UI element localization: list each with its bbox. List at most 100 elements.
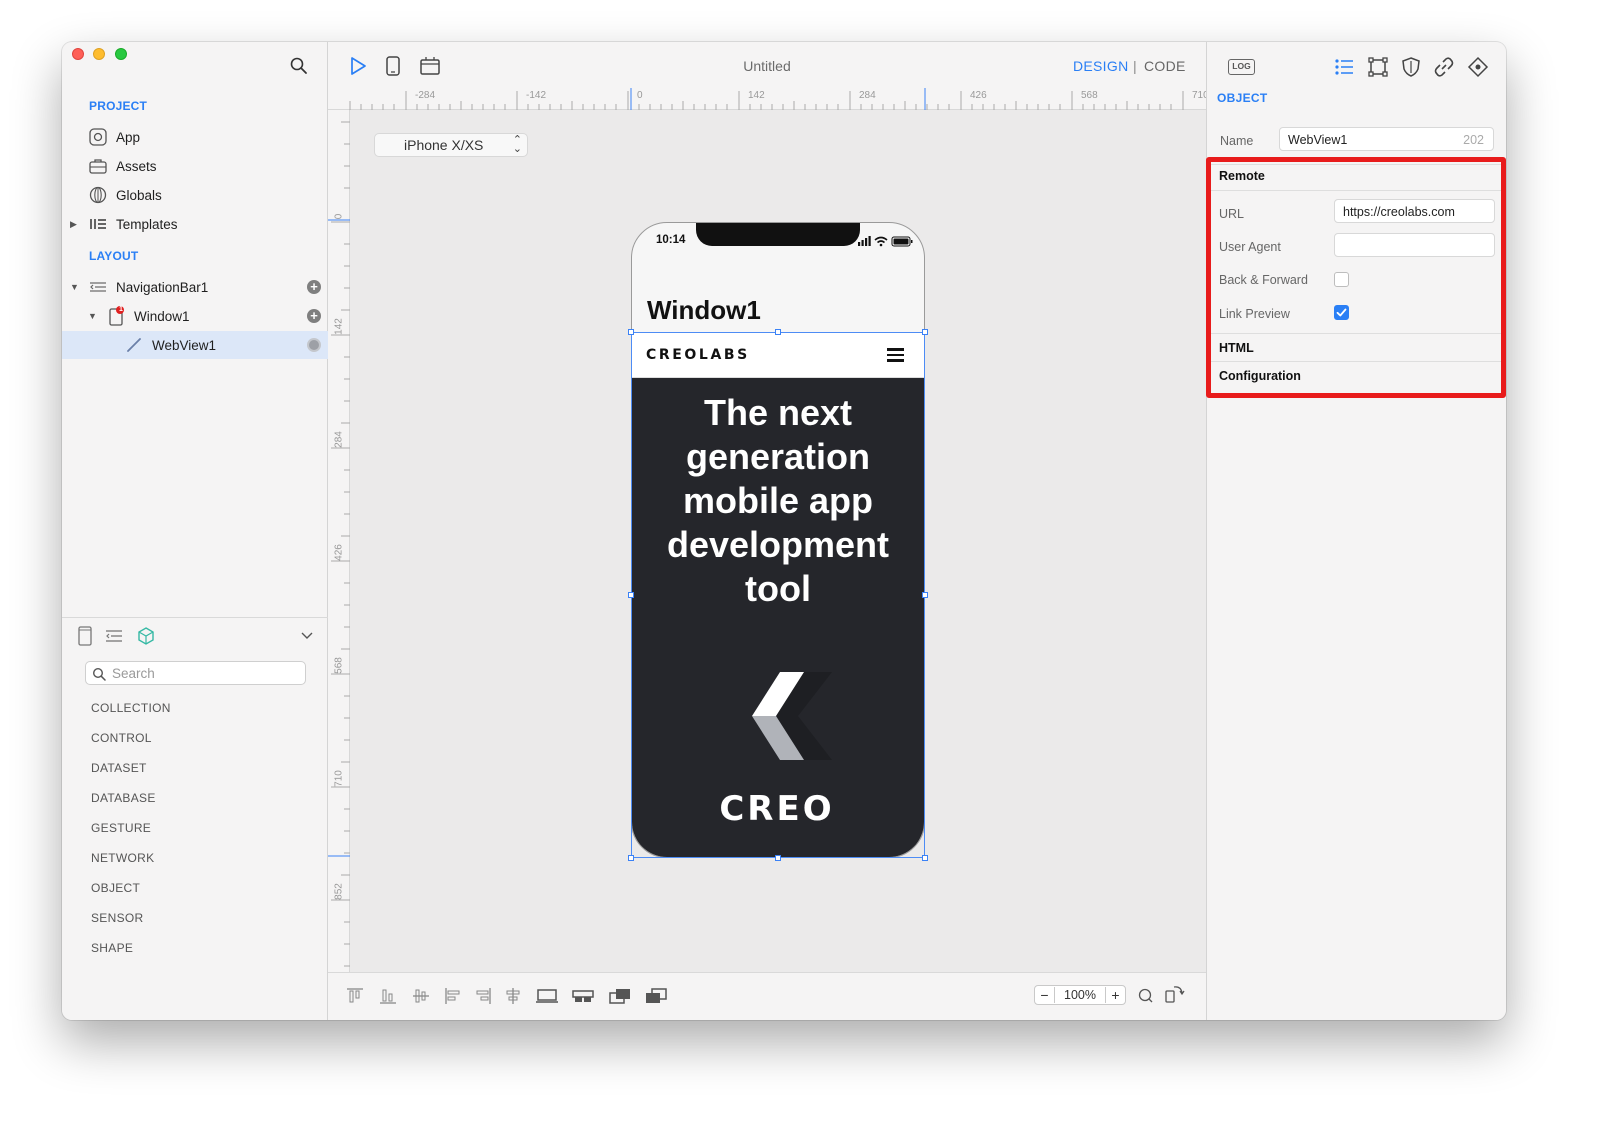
resize-handle[interactable] — [922, 329, 928, 335]
library-category-sensor[interactable]: SENSOR — [91, 911, 143, 925]
divider — [1208, 164, 1503, 165]
user-agent-field[interactable] — [1334, 233, 1495, 257]
minimize-window-button[interactable] — [93, 48, 105, 60]
back-forward-checkbox[interactable] — [1334, 272, 1349, 287]
zoom-in-button[interactable]: + — [1105, 987, 1125, 1003]
remote-section-header[interactable]: Remote — [1208, 169, 1503, 183]
layout-item-webview1[interactable]: WebView1 — [62, 331, 328, 359]
hamburger-menu-icon[interactable] — [887, 348, 904, 362]
navigation-library-tab-icon[interactable] — [104, 626, 124, 646]
device-select[interactable]: iPhone X/XS ⌃ ⌄ — [374, 133, 528, 157]
send-backward-icon[interactable] — [571, 987, 595, 1005]
webview-content[interactable]: CREOLABS The next generation mobile app … — [632, 333, 924, 857]
name-label: Name — [1220, 134, 1254, 148]
bring-to-front-icon[interactable] — [608, 987, 632, 1005]
objects-library-tab-icon[interactable] — [136, 626, 156, 646]
user-agent-label: User Agent — [1219, 240, 1281, 254]
library-category-control[interactable]: CONTROL — [91, 731, 152, 745]
library-category-gesture[interactable]: GESTURE — [91, 821, 151, 835]
object-section-title: OBJECT — [1217, 91, 1268, 105]
app-window: PROJECT App Assets Globals ▶ Templates L… — [62, 42, 1506, 1020]
project-item-globals[interactable]: Globals — [62, 181, 328, 209]
align-vertical-center-icon[interactable] — [411, 987, 431, 1005]
design-mode-tab[interactable]: DESIGN — [1073, 58, 1128, 74]
creolabs-logo: CREOLABS — [646, 347, 750, 363]
device-preview-icon[interactable] — [382, 55, 404, 77]
frame-layout-icon[interactable] — [1367, 56, 1389, 78]
chevron-down-icon[interactable] — [300, 630, 314, 642]
close-window-button[interactable] — [72, 48, 84, 60]
device-select-value: iPhone X/XS — [404, 137, 484, 153]
link-icon[interactable] — [1433, 56, 1455, 78]
ruler-label: 0 — [333, 213, 345, 220]
align-left-icon[interactable] — [443, 987, 463, 1005]
status-bar-icons — [858, 236, 913, 247]
library-category-collection[interactable]: COLLECTION — [91, 701, 171, 715]
search-icon[interactable] — [289, 56, 309, 76]
url-field[interactable]: https://creolabs.com — [1334, 199, 1495, 223]
resize-handle[interactable] — [775, 855, 781, 861]
ruler-label: 568 — [333, 657, 345, 674]
library-search-input[interactable]: Search — [85, 661, 306, 685]
appearance-shield-icon[interactable] — [1400, 56, 1422, 78]
zoom-window-button[interactable] — [115, 48, 127, 60]
resize-handle[interactable] — [922, 855, 928, 861]
navigation-bar-icon — [88, 277, 108, 297]
align-top-icon[interactable] — [345, 987, 365, 1005]
align-bottom-icon[interactable] — [378, 987, 398, 1005]
resize-handle[interactable] — [628, 855, 634, 861]
project-item-templates[interactable]: ▶ Templates — [62, 210, 328, 238]
html-section-header[interactable]: HTML — [1208, 341, 1503, 355]
layout-section-title: LAYOUT — [89, 249, 139, 263]
align-horizontal-center-icon[interactable] — [503, 987, 523, 1005]
vertical-ruler: 0 142 284 426 568 710 852 — [328, 110, 350, 972]
name-field[interactable]: WebView1 202 — [1279, 127, 1494, 151]
creo-wordmark: CREO — [719, 789, 831, 828]
layout-item-label: NavigationBar1 — [116, 279, 209, 295]
window-library-tab-icon[interactable] — [76, 626, 94, 646]
library-category-network[interactable]: NETWORK — [91, 851, 154, 865]
ruler-label: 426 — [333, 544, 345, 561]
library-category-dataset[interactable]: DATASET — [91, 761, 147, 775]
warning-badge: 1 — [119, 306, 123, 313]
simulator-icon[interactable] — [419, 55, 441, 77]
visibility-indicator-icon[interactable] — [307, 338, 321, 352]
align-right-icon[interactable] — [473, 987, 493, 1005]
resize-handle[interactable] — [775, 329, 781, 335]
link-preview-checkbox[interactable] — [1334, 305, 1349, 320]
library-tabs — [76, 626, 316, 650]
resize-handle[interactable] — [628, 329, 634, 335]
log-button[interactable]: LOG — [1228, 59, 1255, 75]
project-item-label: Assets — [116, 158, 157, 174]
library-category-database[interactable]: DATABASE — [91, 791, 156, 805]
add-child-icon[interactable]: + — [307, 280, 321, 294]
resize-handle[interactable] — [922, 592, 928, 598]
divider — [1208, 333, 1503, 334]
divider — [1208, 190, 1503, 191]
ruler-label: -284 — [415, 90, 436, 101]
project-item-assets[interactable]: Assets — [62, 152, 328, 180]
library-category-shape[interactable]: SHAPE — [91, 941, 133, 955]
phone-preview[interactable]: 10:14 Window1 CREOLABS The next generati… — [631, 222, 925, 858]
object-id: 202 — [1463, 133, 1484, 147]
disclosure-triangle-icon[interactable]: ▼ — [70, 282, 80, 292]
bring-forward-icon[interactable] — [535, 987, 559, 1005]
zoom-fit-icon[interactable] — [1138, 988, 1154, 1004]
add-child-icon[interactable]: + — [307, 309, 321, 323]
disclosure-triangle-icon[interactable]: ▶ — [70, 219, 80, 229]
preview-eye-icon[interactable] — [1467, 56, 1489, 78]
ruler-label: -142 — [526, 90, 547, 101]
play-icon[interactable] — [347, 55, 369, 77]
properties-list-icon[interactable] — [1333, 56, 1355, 78]
resize-handle[interactable] — [628, 592, 634, 598]
layout-item-navigationbar1[interactable]: ▼ NavigationBar1 + — [62, 273, 328, 301]
layout-item-window1[interactable]: ▼ 1 Window1 + — [62, 302, 328, 330]
rotate-device-icon[interactable] — [1164, 983, 1186, 1005]
configuration-section-header[interactable]: Configuration — [1208, 369, 1503, 383]
send-to-back-icon[interactable] — [644, 987, 668, 1005]
disclosure-triangle-icon[interactable]: ▼ — [88, 311, 98, 321]
library-category-object[interactable]: OBJECT — [91, 881, 140, 895]
zoom-out-button[interactable]: − — [1035, 987, 1055, 1003]
code-mode-tab[interactable]: CODE — [1144, 58, 1186, 74]
project-item-app[interactable]: App — [62, 123, 328, 151]
